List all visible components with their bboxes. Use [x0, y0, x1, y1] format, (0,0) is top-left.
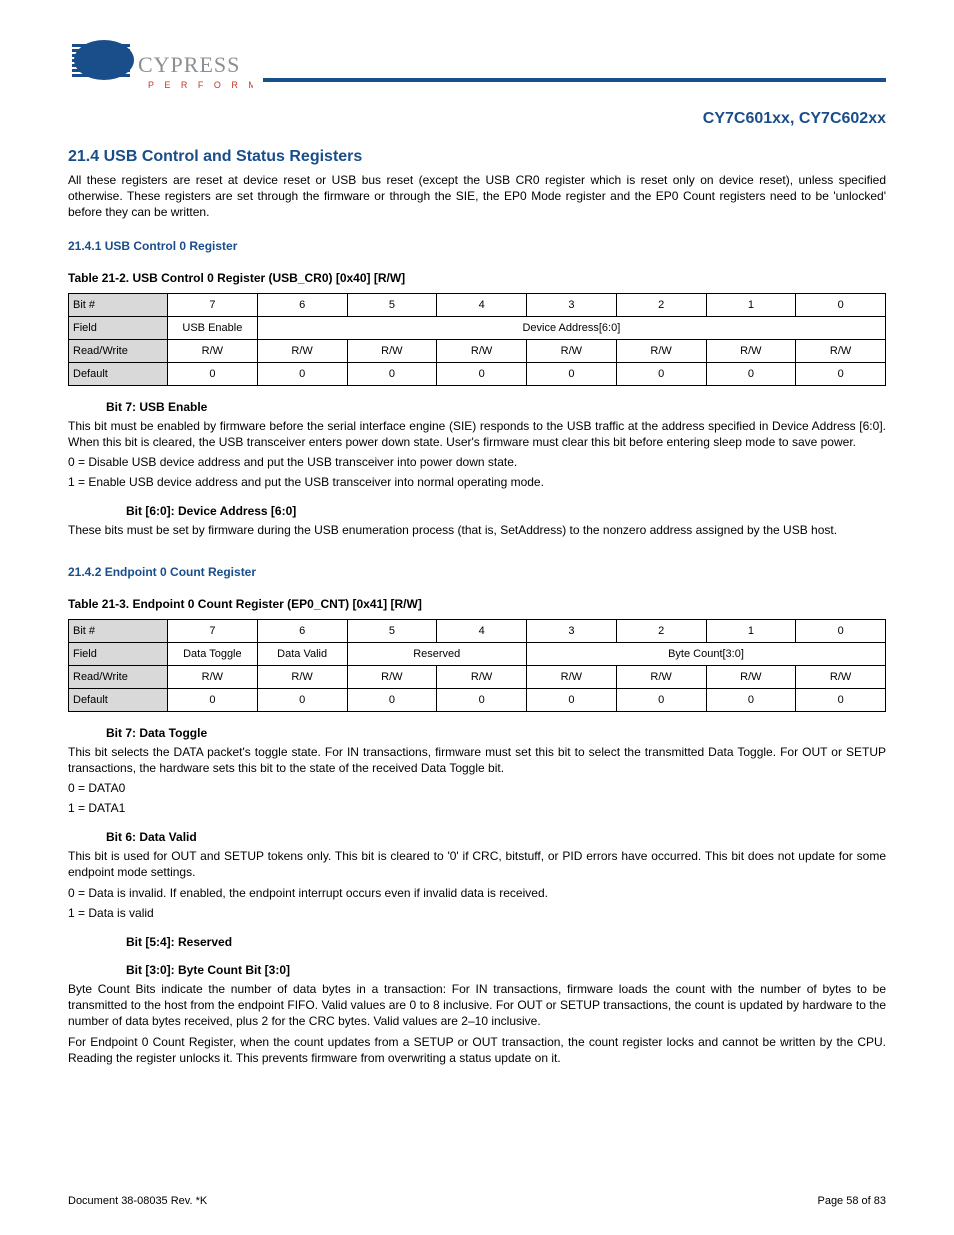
body-text: This bit selects the DATA packet's toggl… — [68, 744, 886, 776]
bit-label: Bit 6: Data Valid — [106, 830, 886, 844]
table-cell: Byte Count[3:0] — [527, 642, 886, 665]
table-cell: 0 — [527, 362, 617, 385]
table-cell: Read/Write — [69, 339, 168, 362]
table-cell: 0 — [437, 688, 527, 711]
header-rule — [263, 78, 886, 82]
table-cell: 2 — [616, 293, 706, 316]
table-cell: 7 — [168, 619, 258, 642]
table-cell: 7 — [168, 293, 258, 316]
page-header: CYPRESS P E R F O R M — [68, 30, 886, 110]
table-cell: Device Address[6:0] — [257, 316, 885, 339]
body-text: 1 = Data is valid — [68, 905, 886, 921]
table-cell: R/W — [257, 665, 347, 688]
table-cell: R/W — [616, 665, 706, 688]
table-cell: R/W — [706, 665, 796, 688]
table-cell: 1 — [706, 619, 796, 642]
table-cell: Field — [69, 316, 168, 339]
table-cell: R/W — [168, 665, 258, 688]
table-cell: Bit # — [69, 619, 168, 642]
table-cell: 0 — [347, 688, 437, 711]
bit-label: Bit [6:0]: Device Address [6:0] — [126, 504, 886, 518]
logo: CYPRESS P E R F O R M — [68, 30, 253, 110]
table-cell: 6 — [257, 293, 347, 316]
logo-text: CYPRESS — [138, 52, 240, 77]
body-text: This bit must be enabled by firmware bef… — [68, 418, 886, 450]
body-text: These bits must be set by firmware durin… — [68, 522, 886, 538]
page-footer: Document 38-08035 Rev. *K Page 58 of 83 — [68, 1195, 886, 1207]
body-text: For Endpoint 0 Count Register, when the … — [68, 1034, 886, 1066]
reg1-heading: 21.4.1 USB Control 0 Register — [68, 239, 886, 253]
table-cell: 0 — [796, 362, 886, 385]
table-cell: 4 — [437, 619, 527, 642]
table-cell: 0 — [257, 362, 347, 385]
bit-label: Bit 7: Data Toggle — [106, 726, 886, 740]
table-cell: 0 — [616, 688, 706, 711]
table-cell: Field — [69, 642, 168, 665]
table-cell: 5 — [347, 293, 437, 316]
body-text: Byte Count Bits indicate the number of d… — [68, 981, 886, 1030]
table-cell: 0 — [796, 619, 886, 642]
table-cell: R/W — [347, 665, 437, 688]
table-cell: 0 — [257, 688, 347, 711]
table-cell: 0 — [706, 362, 796, 385]
table-cell: R/W — [168, 339, 258, 362]
table-cell: R/W — [706, 339, 796, 362]
logo-subtext: P E R F O R M — [148, 80, 253, 90]
table-cell: 3 — [527, 293, 617, 316]
table-cell: 0 — [347, 362, 437, 385]
table-cell: R/W — [257, 339, 347, 362]
table-cell: 2 — [616, 619, 706, 642]
table-cell: 0 — [796, 688, 886, 711]
device-id: CY7C601xx, CY7C602xx — [68, 110, 886, 128]
table-cell: Default — [69, 688, 168, 711]
table-cell: R/W — [796, 665, 886, 688]
table-cell: 0 — [616, 362, 706, 385]
register-table-2: Bit # 7 6 5 4 3 2 1 0 Field Data Toggle … — [68, 619, 886, 712]
table-cell: Bit # — [69, 293, 168, 316]
section-title: 21.4 USB Control and Status Registers — [68, 148, 886, 166]
table-cell: Read/Write — [69, 665, 168, 688]
body-text: 0 = DATA0 — [68, 780, 886, 796]
table-cell: R/W — [347, 339, 437, 362]
reg2-heading: 21.4.2 Endpoint 0 Count Register — [68, 565, 886, 579]
reg2-caption: Table 21-3. Endpoint 0 Count Register (E… — [68, 597, 886, 611]
table-cell: 0 — [527, 688, 617, 711]
table-cell: 5 — [347, 619, 437, 642]
table-cell: R/W — [437, 665, 527, 688]
body-text: 1 = Enable USB device address and put th… — [68, 474, 886, 490]
bit-label: Bit [5:4]: Reserved — [126, 935, 886, 949]
table-cell: 0 — [437, 362, 527, 385]
footer-page-number: Page 58 of 83 — [817, 1195, 886, 1207]
table-cell: R/W — [616, 339, 706, 362]
body-text: This bit is used for OUT and SETUP token… — [68, 848, 886, 880]
body-text: 0 = Data is invalid. If enabled, the end… — [68, 885, 886, 901]
table-cell: Reserved — [347, 642, 527, 665]
bit-label: Bit 7: USB Enable — [106, 400, 886, 414]
table-cell: R/W — [527, 665, 617, 688]
body-text: 1 = DATA1 — [68, 800, 886, 816]
reg1-caption: Table 21-2. USB Control 0 Register (USB_… — [68, 271, 886, 285]
table-cell: Data Toggle — [168, 642, 258, 665]
table-cell: 4 — [437, 293, 527, 316]
table-cell: R/W — [796, 339, 886, 362]
table-cell: Default — [69, 362, 168, 385]
bit-label: Bit [3:0]: Byte Count Bit [3:0] — [126, 963, 886, 977]
table-cell: 1 — [706, 293, 796, 316]
body-text: 0 = Disable USB device address and put t… — [68, 454, 886, 470]
table-cell: 0 — [168, 688, 258, 711]
table-cell: 3 — [527, 619, 617, 642]
table-cell: R/W — [527, 339, 617, 362]
register-table-1: Bit # 7 6 5 4 3 2 1 0 Field USB Enable D… — [68, 293, 886, 386]
table-cell: 0 — [706, 688, 796, 711]
table-cell: Data Valid — [257, 642, 347, 665]
table-cell: R/W — [437, 339, 527, 362]
table-cell: 0 — [796, 293, 886, 316]
table-cell: 6 — [257, 619, 347, 642]
table-cell: 0 — [168, 362, 258, 385]
footer-doc-id: Document 38-08035 Rev. *K — [68, 1195, 207, 1207]
table-cell: USB Enable — [168, 316, 258, 339]
section-intro: All these registers are reset at device … — [68, 172, 886, 221]
